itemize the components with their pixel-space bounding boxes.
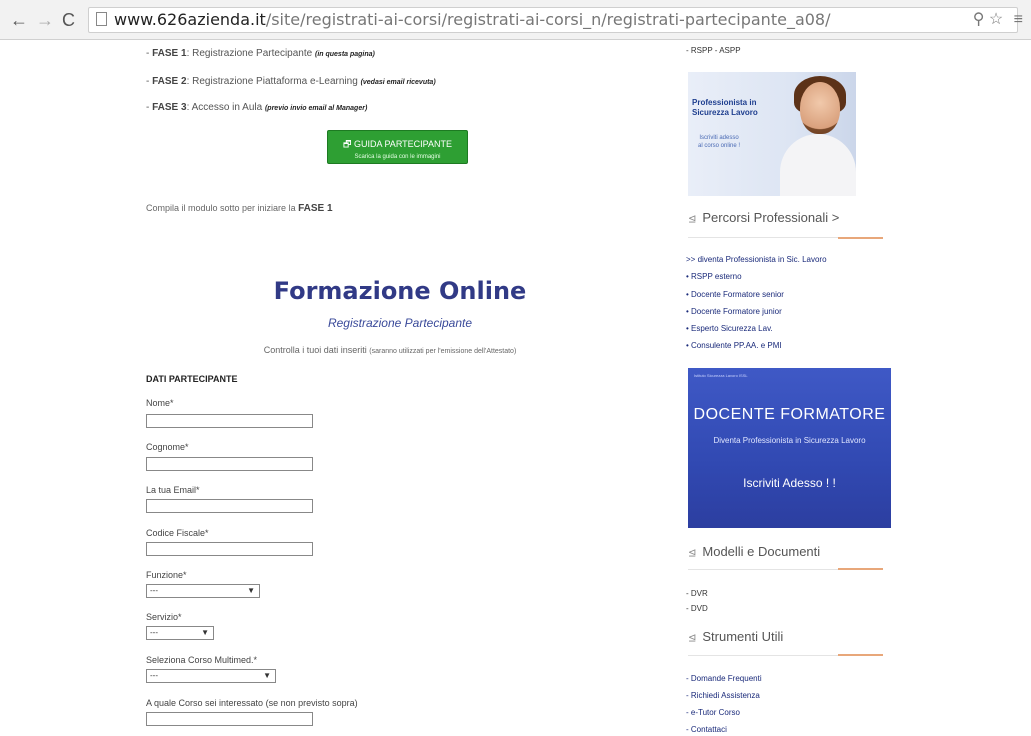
sidebar-item-dvd[interactable]: - DVD xyxy=(686,604,708,613)
promo1-person-face xyxy=(800,82,840,134)
nome-input[interactable] xyxy=(146,414,313,428)
altro-corso-input[interactable] xyxy=(146,712,313,726)
email-input[interactable] xyxy=(146,499,313,513)
folder-icon: ⊴ xyxy=(688,633,697,644)
sidebar-item-faq[interactable]: - Domande Frequenti xyxy=(686,674,762,683)
guide-button-title: GUIDA PARTECIPANTE xyxy=(353,139,452,149)
dropdown-arrow-icon: ▼ xyxy=(247,586,255,595)
sidebar-item-assistenza[interactable]: - Richiedi Assistenza xyxy=(686,691,760,700)
phase-1: - FASE 1: Registrazione Partecipante (in… xyxy=(146,48,375,59)
phase-3: - FASE 3: Accesso in Aula (previo invio … xyxy=(146,102,368,113)
menu-icon[interactable]: ≡ xyxy=(1014,11,1023,28)
reload-icon[interactable]: C xyxy=(62,10,75,31)
label-codice-fiscale: Codice Fiscale* xyxy=(146,528,209,538)
modelli-heading[interactable]: ⊴ Modelli e Documenti xyxy=(688,544,820,559)
promo2-title: DOCENTE FORMATORE xyxy=(693,406,886,423)
label-corso: Seleziona Corso Multimed.* xyxy=(146,655,258,665)
dropdown-arrow-icon: ▼ xyxy=(201,628,209,637)
codice-fiscale-input[interactable] xyxy=(146,542,313,556)
download-icon: 🗗 xyxy=(343,139,352,149)
toolbar-right-icons: ⚲ ☆ ≡ xyxy=(973,9,1023,29)
form-note: Controlla i tuoi dati inseriti (saranno … xyxy=(263,345,517,355)
sidebar-item-professionista[interactable]: >> diventa Professionista in Sic. Lavoro xyxy=(686,255,827,264)
percorsi-heading[interactable]: ⊴ Percorsi Professionali > xyxy=(688,210,839,225)
promo1-title: Professionista in Sicurezza Lavoro xyxy=(692,98,758,117)
zoom-icon[interactable]: ⚲ xyxy=(973,11,985,28)
arrow-left-icon[interactable]: ← xyxy=(10,10,28,31)
promo1-person-body xyxy=(780,134,856,196)
section-heading: DATI PARTECIPANTE xyxy=(146,374,238,384)
label-cognome: Cognome* xyxy=(146,442,189,452)
folder-icon: ⊴ xyxy=(688,214,697,225)
divider-accent xyxy=(838,237,883,239)
promo2-cta: Iscriviti Adesso ! ! xyxy=(743,476,836,490)
intro-text: Compila il modulo sotto per iniziare la … xyxy=(146,203,333,214)
divider-accent xyxy=(838,654,883,656)
sidebar-item-docente-junior[interactable]: • Docente Formatore junior xyxy=(686,307,782,316)
folder-icon: ⊴ xyxy=(688,548,697,559)
dropdown-arrow-icon: ▼ xyxy=(263,671,271,680)
label-funzione: Funzione* xyxy=(146,570,187,580)
divider-accent xyxy=(838,568,883,570)
promo-docente-formatore-banner[interactable]: Istituto Sicurezza Lavoro ISSL DOCENTE F… xyxy=(688,368,891,528)
label-email: La tua Email* xyxy=(146,485,200,495)
cognome-input[interactable] xyxy=(146,457,313,471)
promo-professionista-banner[interactable]: Professionista in Sicurezza Lavoro Iscriv… xyxy=(688,72,856,196)
label-servizio: Servizio* xyxy=(146,612,182,622)
guida-partecipante-button[interactable]: 🗗 GUIDA PARTECIPANTE Scarica la guida co… xyxy=(327,130,468,164)
star-icon[interactable]: ☆ xyxy=(989,11,1003,28)
label-altro-corso: A quale Corso sei interessato (se non pr… xyxy=(146,698,358,708)
page-icon xyxy=(96,12,107,26)
browser-toolbar: ← → C www.626azienda.it/site/registrati-… xyxy=(0,0,1031,40)
funzione-select[interactable]: --- ▼ xyxy=(146,584,260,598)
sidebar-item-contattaci[interactable]: - Contattaci xyxy=(686,725,727,734)
url-path: /site/registrati-ai-corsi/registrati-ai-… xyxy=(265,10,831,29)
sidebar-rspp-aspp[interactable]: - RSPP - ASPP xyxy=(686,46,741,55)
servizio-select[interactable]: --- ▼ xyxy=(146,626,214,640)
corso-select[interactable]: --- ▼ xyxy=(146,669,276,683)
page-content: - FASE 1: Registrazione Partecipante (in… xyxy=(0,40,1031,736)
guide-button-subtitle: Scarica la guida con le immagini xyxy=(354,154,441,160)
promo2-issuer: Istituto Sicurezza Lavoro ISSL xyxy=(694,373,748,378)
strumenti-heading[interactable]: ⊴ Strumenti Utili xyxy=(688,629,783,644)
label-nome: Nome* xyxy=(146,398,174,408)
sidebar-item-rspp-esterno[interactable]: • RSPP esterno xyxy=(686,272,742,281)
sidebar-item-consulente[interactable]: • Consulente PP.AA. e PMI xyxy=(686,341,782,350)
sidebar-item-etutor[interactable]: - e-Tutor Corso xyxy=(686,708,740,717)
promo2-subtitle: Diventa Professionista in Sicurezza Lavo… xyxy=(713,436,866,445)
sidebar-item-docente-senior[interactable]: • Docente Formatore senior xyxy=(686,290,784,299)
arrow-right-icon[interactable]: → xyxy=(36,10,54,31)
sidebar-item-esperto[interactable]: • Esperto Sicurezza Lav. xyxy=(686,324,773,333)
url-text[interactable]: www.626azienda.it/site/registrati-ai-cor… xyxy=(114,10,831,29)
form-subtitle: Registrazione Partecipante xyxy=(327,316,473,330)
promo1-cta: Iscriviti adesso al corso online ! xyxy=(698,135,741,149)
form-title: Formazione Online xyxy=(273,277,527,305)
phase-2: - FASE 2: Registrazione Piattaforma e-Le… xyxy=(146,76,436,87)
sidebar-item-dvr[interactable]: - DVR xyxy=(686,589,708,598)
url-domain: www.626azienda.it xyxy=(114,10,266,29)
